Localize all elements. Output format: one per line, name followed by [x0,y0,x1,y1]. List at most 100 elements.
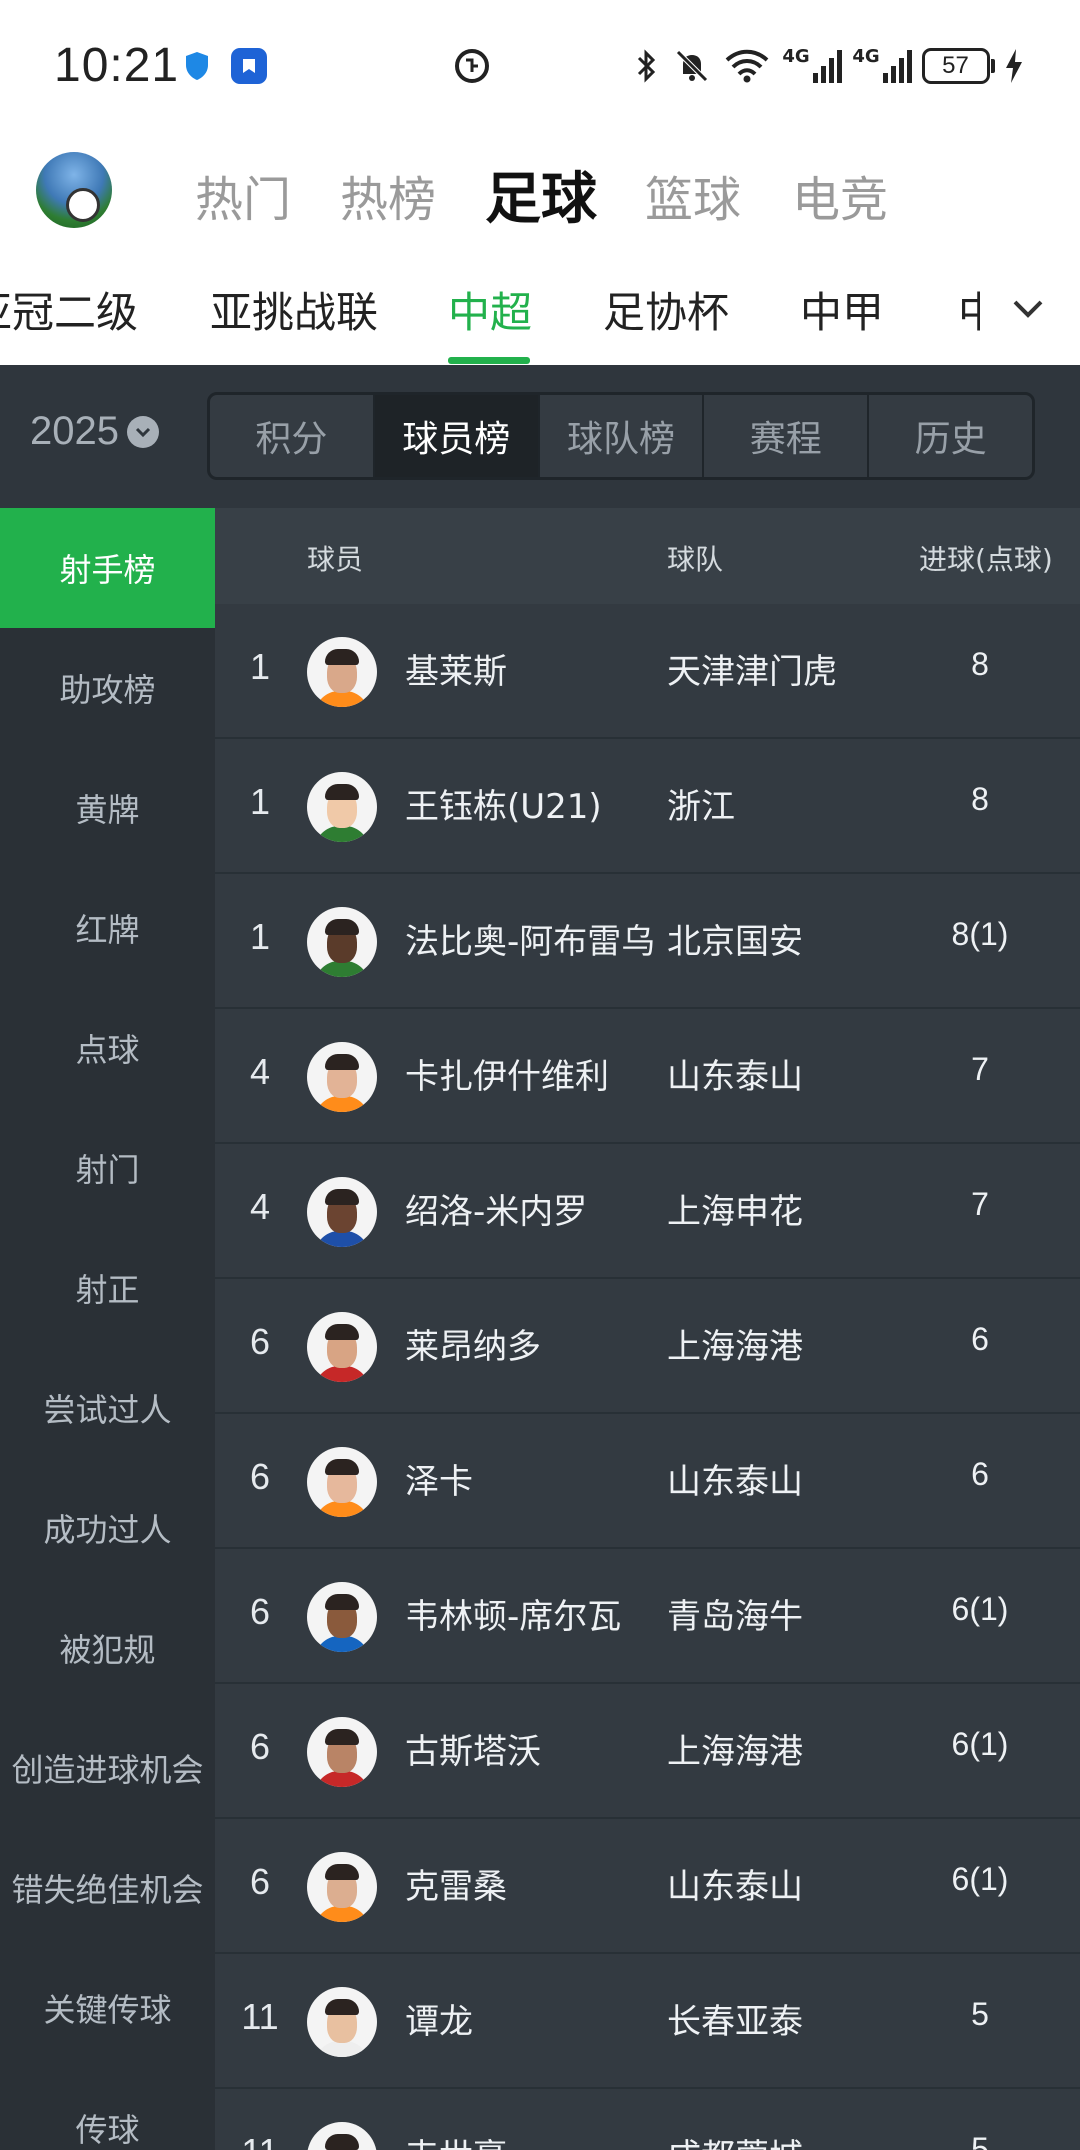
player-goals: 6 [971,1456,989,1492]
player-avatar [307,1717,377,1787]
table-row[interactable]: 4 卡扎伊什维利 山东泰山 7 [215,1009,1080,1144]
table-row[interactable]: 1 基莱斯 天津津门虎 8 [215,604,1080,739]
side-item-big-chances-missed[interactable]: 错失绝佳机会 [0,1828,215,1948]
player-name[interactable]: 卡扎伊什维利 [405,1049,609,1098]
player-team: 上海申花 [667,1192,803,1232]
bluetooth-icon [632,46,662,86]
side-item-red-cards[interactable]: 红牌 [0,868,215,988]
player-name[interactable]: 克雷桑 [405,1859,507,1908]
app-logo[interactable] [36,152,112,228]
player-rank: 11 [241,1996,279,2037]
segment-schedule[interactable]: 赛程 [704,395,870,477]
side-item-fouled[interactable]: 被犯规 [0,1588,215,1708]
side-item-passes[interactable]: 传球 [0,2068,215,2150]
player-team: 上海海港 [667,1732,803,1772]
side-item-dribbles-successful[interactable]: 成功过人 [0,1468,215,1588]
player-goals: 6(1) [951,1591,1009,1627]
season-selector[interactable]: 2025 [30,409,159,454]
player-name[interactable]: 法比奥-阿布雷乌 [405,914,655,963]
player-name[interactable]: 韦林顿-席尔瓦 [405,1589,621,1638]
player-name[interactable]: 绍洛-米内罗 [405,1184,587,1233]
table-row[interactable]: 11 谭龙 长春亚泰 5 [215,1954,1080,2089]
side-item-chances-created[interactable]: 创造进球机会 [0,1708,215,1828]
battery-icon: 57 [920,46,996,86]
wifi-icon [722,46,772,86]
top-nav: 热门 热榜 足球 篮球 电竞 [0,130,1080,255]
table-row[interactable]: 6 韦林顿-席尔瓦 青岛海牛 6(1) [215,1549,1080,1684]
status-time: 10:21 [54,39,180,92]
signal-icon-2: 4G [852,46,912,86]
player-goals: 6 [971,1321,989,1357]
player-goals: 7 [971,1051,989,1087]
player-avatar [307,1312,377,1382]
active-tab-indicator [448,357,530,364]
league-tab-afc-2[interactable]: 亚冠二级 [0,279,138,340]
table-row[interactable]: 11 韦世豪 成都蓉城 5 [215,2089,1080,2150]
league-tab-partial[interactable]: 中 [958,279,980,335]
player-goals: 5 [971,1996,989,2032]
table-row[interactable]: 1 法比奥-阿布雷乌 北京国安 8(1) [215,874,1080,1009]
side-item-shots[interactable]: 射门 [0,1108,215,1228]
player-avatar [307,637,377,707]
segment-team-rankings[interactable]: 球队榜 [540,395,705,477]
side-item-dribbles-attempted[interactable]: 尝试过人 [0,1348,215,1468]
header-goals: 进球(点球) [919,543,1053,576]
player-goals: 6(1) [951,1861,1009,1897]
player-avatar [307,1987,377,2057]
league-tab-csl[interactable]: 中超 [448,279,532,340]
player-goals: 8(1) [951,916,1009,952]
table-row[interactable]: 4 绍洛-米内罗 上海申花 7 [215,1144,1080,1279]
top-tab-ranking[interactable]: 热榜 [340,160,436,230]
scorers-table: 球员 球队 进球(点球) 1 基莱斯 天津津门虎 8 1 王钰栋(U21) 浙江 8 1 法比奥-… [215,508,1080,2150]
segment-standings[interactable]: 积分 [210,395,375,477]
league-tab-china-league-one[interactable]: 中甲 [800,279,884,340]
shield-icon [182,46,212,86]
side-item-top-scorers[interactable]: 射手榜 [0,508,215,628]
table-row[interactable]: 1 王钰栋(U21) 浙江 8 [215,739,1080,874]
header-team: 球队 [667,543,724,576]
top-tab-hot[interactable]: 热门 [195,160,291,230]
player-goals: 6(1) [951,1726,1009,1762]
player-name[interactable]: 谭龙 [405,1994,473,2043]
league-tab-fa-cup[interactable]: 足协杯 [603,279,729,340]
player-team: 青岛海牛 [667,1597,803,1637]
player-avatar [307,907,377,977]
player-avatar [307,1852,377,1922]
player-goals: 8 [971,646,989,682]
top-tab-esports[interactable]: 电竞 [792,160,888,230]
side-item-yellow-cards[interactable]: 黄牌 [0,748,215,868]
player-team: 长春亚泰 [667,2002,803,2042]
side-item-assists[interactable]: 助攻榜 [0,628,215,748]
player-name[interactable]: 基莱斯 [405,644,507,693]
player-name[interactable]: 古斯塔沃 [405,1724,541,1773]
segment-player-rankings[interactable]: 球员榜 [374,395,540,477]
player-rank: 6 [249,1726,271,1767]
segment-history[interactable]: 历史 [869,395,1032,477]
player-name[interactable]: 韦世豪 [405,2129,507,2150]
player-rank: 6 [249,1591,271,1632]
season-label: 2025 [30,409,119,453]
player-rank: 1 [249,781,271,822]
top-tab-basketball[interactable]: 篮球 [645,160,741,230]
table-row[interactable]: 6 古斯塔沃 上海海港 6(1) [215,1684,1080,1819]
league-nav: 亚冠二级 亚挑战联 中超 足协杯 中甲 中 [0,255,1080,365]
player-rank: 1 [249,916,271,957]
side-item-shots-on-target[interactable]: 射正 [0,1228,215,1348]
player-avatar [307,772,377,842]
top-tab-football[interactable]: 足球 [485,154,597,235]
table-row[interactable]: 6 莱昂纳多 上海海港 6 [215,1279,1080,1414]
chevron-down-icon[interactable] [1010,291,1046,327]
header-player: 球员 [307,543,364,576]
player-name[interactable]: 王钰栋(U21) [405,779,602,828]
table-row[interactable]: 6 泽卡 山东泰山 6 [215,1414,1080,1549]
player-team: 山东泰山 [667,1462,803,1502]
player-team: 山东泰山 [667,1867,803,1907]
side-item-penalties[interactable]: 点球 [0,988,215,1108]
league-tab-challenge-league[interactable]: 亚挑战联 [210,279,378,340]
side-item-key-passes[interactable]: 关键传球 [0,1948,215,2068]
player-name[interactable]: 泽卡 [405,1454,473,1503]
player-name[interactable]: 莱昂纳多 [405,1319,541,1368]
player-avatar [307,1447,377,1517]
table-row[interactable]: 6 克雷桑 山东泰山 6(1) [215,1819,1080,1954]
player-rank: 1 [249,646,271,687]
